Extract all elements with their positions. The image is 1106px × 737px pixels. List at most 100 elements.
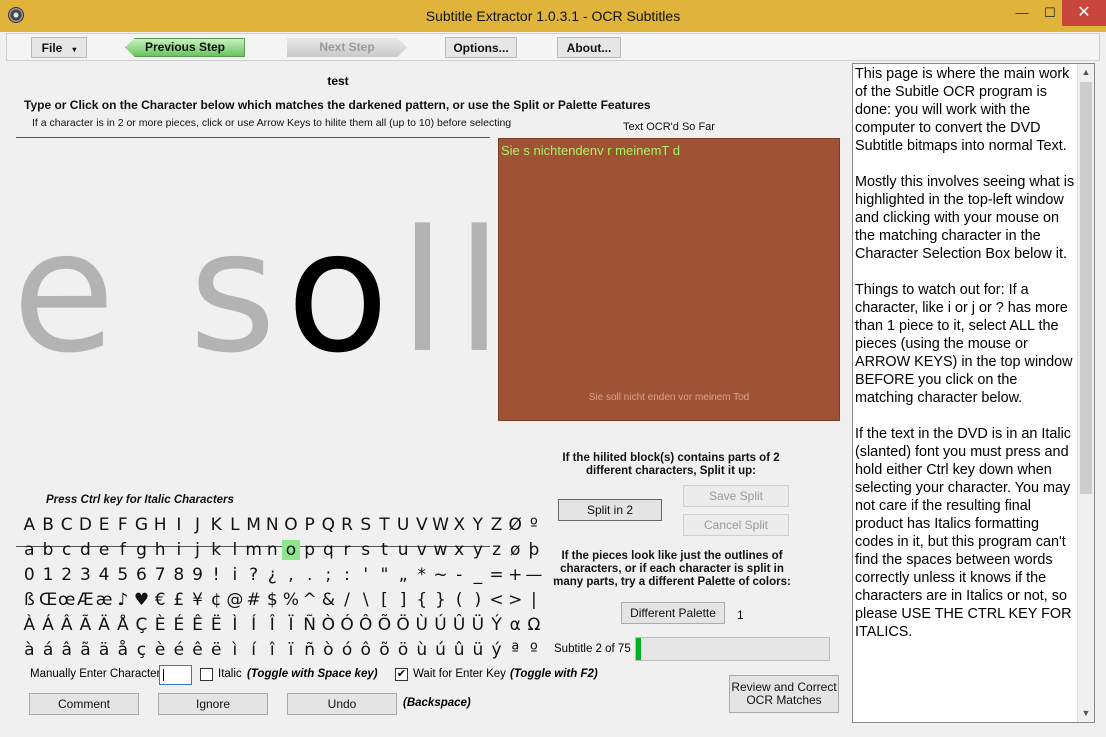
charset-char[interactable]: ì [226,640,245,660]
charset-char[interactable]: C [57,515,76,535]
charset-char[interactable]: I [170,515,189,535]
charset-char[interactable]: 8 [170,565,189,585]
charset-char[interactable]: % [282,590,301,610]
charset-char[interactable]: º [525,640,544,660]
comment-button[interactable]: Comment [29,693,139,715]
charset-char[interactable]: ê [188,640,207,660]
charset-char[interactable]: R [338,515,357,535]
charset-char[interactable]: Û [450,615,469,635]
charset-char[interactable]: 6 [132,565,151,585]
charset-char[interactable]: â [57,640,76,660]
charset-char[interactable]: m [244,540,263,560]
charset-char[interactable]: Y [469,515,488,535]
help-scrollbar[interactable]: ▲ ▼ [1077,64,1094,722]
charset-char[interactable]: > [506,590,525,610]
charset-char[interactable]: V [412,515,431,535]
charset-char[interactable]: T [375,515,394,535]
charset-char[interactable]: Á [39,615,58,635]
options-button[interactable]: Options... [445,37,517,58]
minimize-button[interactable]: — [1012,0,1032,26]
charset-char[interactable]: ) [469,590,488,610]
charset-char[interactable]: Ú [431,615,450,635]
charset-char[interactable]: D [76,515,95,535]
charset-char[interactable]: Œ [39,590,58,610]
charset-char[interactable]: < [487,590,506,610]
charset-char[interactable]: Z [487,515,506,535]
charset-char[interactable]: ¿ [263,565,282,585]
charset-char[interactable]: w [431,540,450,560]
charset-char[interactable]: Ê [188,615,207,635]
charset-char[interactable]: e [95,540,114,560]
charset-char[interactable]: s [356,540,375,560]
charset-char[interactable]: € [151,590,170,610]
charset-char[interactable]: û [450,640,469,660]
charset-char[interactable]: Ö [394,615,413,635]
charset-char[interactable]: í [244,640,263,660]
charset-char[interactable]: ë [207,640,226,660]
charset-char[interactable]: ú [431,640,450,660]
charset-char[interactable]: È [151,615,170,635]
charset-char[interactable]: l [226,540,245,560]
charset-char[interactable]: 1 [39,565,58,585]
charset-char[interactable]: ¥ [188,590,207,610]
charset-char[interactable]: " [375,565,394,585]
charset-char[interactable]: î [263,640,282,660]
charset-char[interactable]: Ω [525,615,544,635]
scroll-thumb[interactable] [1080,82,1092,494]
charset-char[interactable]: z [487,540,506,560]
charset-char[interactable]: Î [263,615,282,635]
charset-char[interactable]: ñ [300,640,319,660]
charset-char[interactable]: E [95,515,114,535]
charset-char[interactable]: F [113,515,132,535]
charset-char[interactable]: d [76,540,95,560]
charset-char[interactable]: a [20,540,39,560]
charset-char[interactable]: ù [412,640,431,660]
charset-char[interactable]: ; [319,565,338,585]
close-button[interactable]: ✕ [1062,0,1106,26]
charset-char[interactable]: ò [319,640,338,660]
charset-char[interactable]: G [132,515,151,535]
charset-char[interactable]: ~ [431,565,450,585]
charset-char[interactable]: n [263,540,282,560]
bitmap-glyph[interactable]: e [16,194,125,390]
charset-char[interactable]: k [207,540,226,560]
charset-char[interactable]: h [151,540,170,560]
charset-char[interactable]: t [375,540,394,560]
file-menu-button[interactable]: File ▾ [31,37,87,58]
charset-char[interactable]: Ç [132,615,151,635]
charset-char[interactable]: ß [20,590,39,610]
charset-char[interactable]: & [319,590,338,610]
undo-button[interactable]: Undo [287,693,397,715]
charset-char[interactable]: 7 [151,565,170,585]
cancel-split-button[interactable]: Cancel Split [683,514,789,536]
charset-char[interactable]: W [431,515,450,535]
charset-char[interactable]: É [170,615,189,635]
charset-char[interactable]: [ [375,590,394,610]
charset-char[interactable]: Ñ [300,615,319,635]
charset-char[interactable]: X [450,515,469,535]
charset-char[interactable]: Å [113,615,132,635]
charset-char[interactable]: p [300,540,319,560]
charset-char[interactable]: ♥ [132,590,151,610]
scroll-down-icon[interactable]: ▼ [1078,705,1094,722]
charset-char[interactable]: B [39,515,58,535]
charset-char[interactable]: £ [170,590,189,610]
next-step-button[interactable]: Next Step [287,37,407,58]
charset-char[interactable]: _ [469,565,488,585]
charset-char[interactable]: i [170,540,189,560]
charset-char[interactable]: v [412,540,431,560]
charset-char[interactable]: U [394,515,413,535]
charset-char[interactable]: å [113,640,132,660]
charset-char[interactable]: ♪ [113,590,132,610]
charset-char[interactable]: — [525,565,544,585]
italic-checkbox[interactable] [200,668,213,681]
charset-char[interactable]: º [525,515,544,535]
charset-char[interactable]: K [207,515,226,535]
charset-char[interactable]: x [450,540,469,560]
charset-char[interactable]: - [450,565,469,585]
charset-char[interactable]: # [244,590,263,610]
charset-char[interactable]: $ [263,590,282,610]
charset-char[interactable]: ã [76,640,95,660]
charset-char[interactable]: \ [356,590,375,610]
charset-char[interactable]: ^ [300,590,319,610]
